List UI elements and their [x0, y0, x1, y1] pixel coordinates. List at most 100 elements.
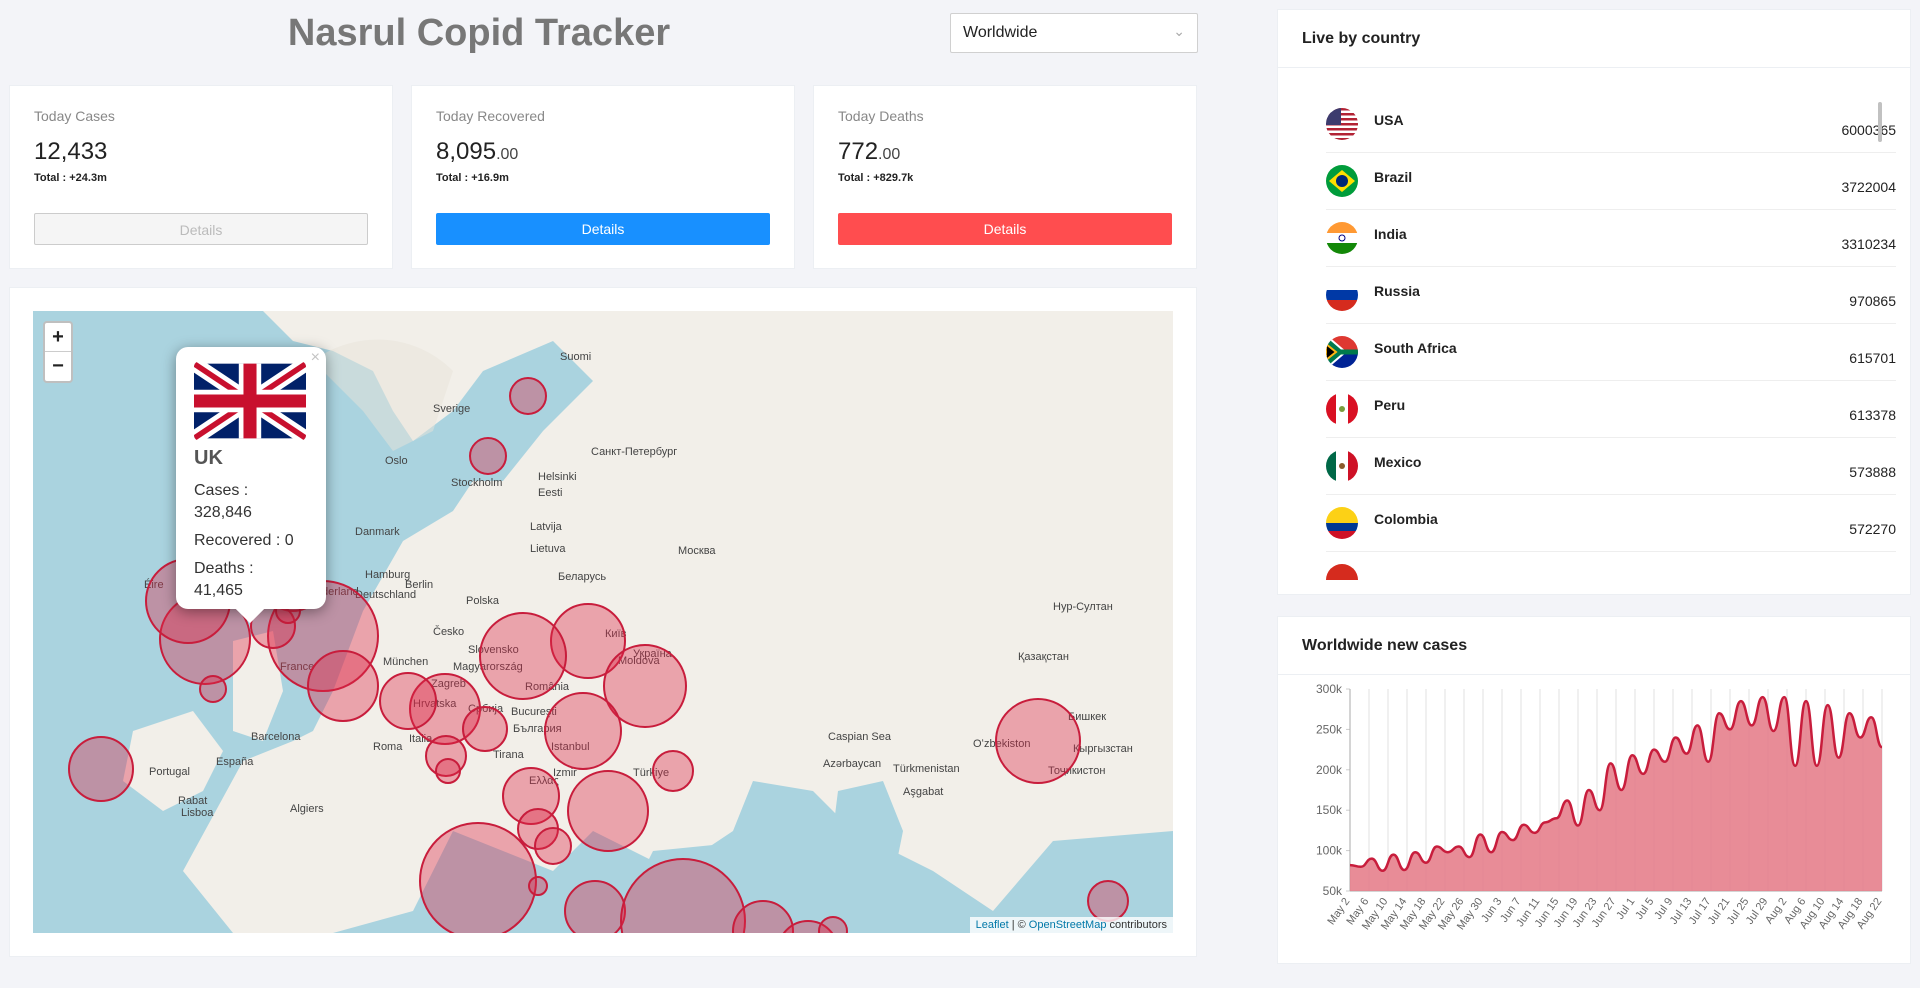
x-tick-label: Jul 5 — [1633, 896, 1656, 922]
country-name: South Africa — [1374, 340, 1457, 356]
case-circle[interactable] — [1087, 880, 1129, 922]
page-title: Nasrul Copid Tracker — [287, 12, 671, 54]
case-circle[interactable] — [379, 672, 437, 730]
country-row[interactable]: Russia 970865 — [1326, 267, 1896, 324]
country-name: India — [1374, 226, 1407, 242]
russia-flag-icon — [1326, 279, 1358, 311]
country-name: USA — [1374, 112, 1404, 128]
new-cases-panel: Worldwide new cases 50k 100k 150k 200k 250k 3… — [1277, 616, 1911, 964]
country-row[interactable]: Mexico 573888 — [1326, 438, 1896, 495]
y-tick-label: 200k — [1316, 763, 1343, 777]
country-cases: 613378 — [1849, 407, 1896, 423]
close-icon[interactable]: × — [311, 349, 320, 367]
stat-value: 772.00 — [838, 138, 901, 165]
zoom-in-button[interactable]: + — [45, 323, 71, 352]
map-attribution: Leaflet | © OpenStreetMap contributors — [969, 917, 1173, 933]
y-tick-label: 300k — [1316, 682, 1343, 696]
case-circle[interactable] — [462, 706, 508, 752]
y-tick-label: 50k — [1323, 884, 1343, 898]
case-circle[interactable] — [68, 736, 134, 802]
mexico-flag-icon — [1326, 450, 1358, 482]
usa-flag-icon — [1326, 108, 1358, 140]
uk-flag-icon — [194, 361, 306, 441]
deaths-details-button[interactable]: Details — [838, 213, 1172, 245]
colombia-flag-icon — [1326, 507, 1358, 539]
country-name: Peru — [1374, 397, 1406, 413]
brazil-flag-icon — [1326, 165, 1358, 197]
country-row[interactable]: USA 6000365 — [1326, 96, 1896, 153]
y-tick-label: 100k — [1316, 844, 1343, 858]
country-popup: × UK Cases :328,846 Recovered : 0 Deaths… — [176, 347, 326, 624]
country-name: Russia — [1374, 283, 1420, 299]
case-circle[interactable] — [652, 750, 694, 792]
scrollbar[interactable] — [1878, 102, 1882, 142]
country-row[interactable]: South Africa 615701 — [1326, 324, 1896, 381]
region-select-value: Worldwide — [963, 24, 1038, 41]
case-circle[interactable] — [818, 916, 848, 933]
case-circle[interactable] — [567, 770, 649, 852]
case-circle[interactable] — [419, 822, 537, 933]
case-circle[interactable] — [528, 876, 548, 896]
case-circle[interactable] — [307, 650, 379, 722]
case-circle[interactable] — [620, 858, 746, 933]
popup-recovered: Recovered : 0 — [194, 532, 294, 549]
country-cases: 970865 — [1849, 293, 1896, 309]
live-by-country-panel: Live by country USA 6000365 Brazil 3722004 I… — [1277, 9, 1911, 595]
leaflet-link[interactable]: Leaflet — [976, 919, 1009, 931]
country-row[interactable]: Peru 613378 — [1326, 381, 1896, 438]
panel-title: Live by country — [1278, 10, 1910, 68]
case-circle[interactable] — [564, 880, 626, 933]
stat-total: Total : +24.3m — [34, 172, 107, 184]
stat-label: Today Recovered — [436, 108, 545, 124]
country-cases: 6000365 — [1841, 122, 1896, 138]
country-row[interactable] — [1326, 552, 1896, 580]
recovered-details-button[interactable]: Details — [436, 213, 770, 245]
country-list[interactable]: USA 6000365 Brazil 3722004 India 3310234 Russi… — [1326, 96, 1896, 580]
case-circle[interactable] — [509, 377, 547, 415]
today-recovered-card: Today Recovered 8,095.00 Total : +16.9m … — [411, 85, 795, 269]
country-name: Colombia — [1374, 511, 1438, 527]
peru-flag-icon — [1326, 393, 1358, 425]
india-flag-icon — [1326, 222, 1358, 254]
x-tick-label: Jul 1 — [1614, 896, 1637, 922]
today-cases-card: Today Cases 12,433 Total : +24.3m Detail… — [9, 85, 393, 269]
stat-total: Total : +829.7k — [838, 172, 914, 184]
popup-country-name: UK — [194, 447, 223, 469]
stat-label: Today Deaths — [838, 108, 924, 124]
case-circle[interactable] — [544, 692, 622, 770]
country-row[interactable]: India 3310234 — [1326, 210, 1896, 267]
zoom-control: + − — [43, 321, 73, 383]
today-deaths-card: Today Deaths 772.00 Total : +829.7k Deta… — [813, 85, 1197, 269]
case-circle[interactable] — [199, 675, 227, 703]
stat-total: Total : +16.9m — [436, 172, 509, 184]
case-circle[interactable] — [995, 698, 1081, 784]
chevron-down-icon: ⌄ — [1173, 23, 1185, 39]
country-cases: 615701 — [1849, 350, 1896, 366]
country-row[interactable]: Brazil 3722004 — [1326, 153, 1896, 210]
world-map[interactable]: + − × UK Cases :328,846 Recovered : 0 De… — [33, 311, 1173, 933]
country-row[interactable]: Colombia 572270 — [1326, 495, 1896, 552]
case-circle[interactable] — [435, 758, 461, 784]
case-circle[interactable] — [469, 437, 507, 475]
new-cases-chart: 50k100k150k200k250k300kMay 2May 6May 10M… — [1316, 682, 1884, 932]
country-cases: 3722004 — [1841, 179, 1896, 195]
zoom-out-button[interactable]: − — [45, 352, 71, 381]
country-name: Brazil — [1374, 169, 1413, 185]
stat-value: 8,095.00 — [436, 138, 519, 165]
popup-cases: Cases :328,846 — [194, 482, 252, 521]
south-africa-flag-icon — [1326, 336, 1358, 368]
stat-label: Today Cases — [34, 108, 115, 124]
country-name: Mexico — [1374, 454, 1422, 470]
case-circle[interactable] — [534, 827, 572, 865]
country-cases: 572270 — [1849, 521, 1896, 537]
country-cases: 573888 — [1849, 464, 1896, 480]
region-select[interactable]: Worldwide ⌄ — [950, 13, 1198, 53]
osm-link[interactable]: OpenStreetMap — [1029, 919, 1107, 931]
stat-value: 12,433 — [34, 138, 108, 165]
y-tick-label: 250k — [1316, 722, 1343, 736]
y-tick-label: 150k — [1316, 803, 1343, 817]
case-circle[interactable] — [479, 612, 567, 700]
cases-details-button[interactable]: Details — [34, 213, 368, 245]
partial-flag-icon — [1326, 564, 1358, 580]
panel-title: Worldwide new cases — [1278, 617, 1910, 675]
